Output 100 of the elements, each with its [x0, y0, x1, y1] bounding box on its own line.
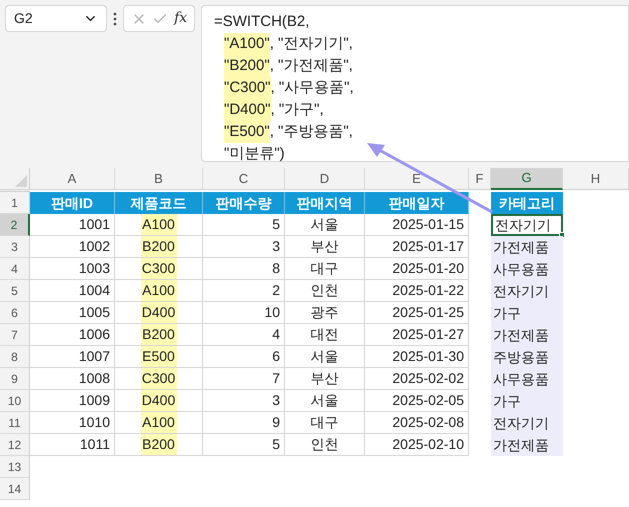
table-cell[interactable]: 가구: [491, 390, 563, 412]
table-cell: 광주: [285, 302, 365, 324]
more-vertical-icon[interactable]: [113, 12, 117, 26]
table-cell: 2025-01-22: [365, 280, 469, 302]
table-cell: 4: [203, 324, 285, 346]
column-header[interactable]: F: [469, 168, 491, 190]
table-cell[interactable]: 전자기기: [491, 214, 563, 236]
table-cell: 6: [203, 346, 285, 368]
highlighted-code: "E500": [224, 121, 270, 143]
table-cell: 2025-02-10: [365, 434, 469, 456]
formula-field[interactable]: =SWITCH(B2, "A100", "전자기기", "B200", "가전제품", "C300", "사무용품", "D400", "가구", "E500", "주방용품", "미분류"): [201, 5, 629, 162]
formula-line: , "가구",: [270, 100, 324, 120]
row-header[interactable]: 3: [0, 236, 30, 258]
table-cell: 5: [203, 434, 285, 456]
table-cell: 1011: [30, 434, 115, 456]
formula-line: , "가전제품",: [270, 56, 353, 76]
table-cell: 2: [203, 280, 285, 302]
table-cell[interactable]: 주방용품: [491, 346, 563, 368]
table-cell[interactable]: 가전제품: [491, 236, 563, 258]
header-cell: 제품코드: [115, 192, 203, 214]
header-cell: 판매지역: [285, 192, 365, 214]
table-cell: 2025-01-25: [365, 302, 469, 324]
table-cell: 1001: [30, 214, 115, 236]
table-cell[interactable]: 가전제품: [491, 324, 563, 346]
table-cell: 8: [203, 258, 285, 280]
table-cell: D400: [140, 390, 176, 411]
row-header[interactable]: 11: [0, 412, 30, 434]
table-cell: 3: [203, 236, 285, 258]
column-header[interactable]: G: [491, 168, 563, 190]
table-cell: 1004: [30, 280, 115, 302]
table-cell: 2025-01-15: [365, 214, 469, 236]
table-cell: 1008: [30, 368, 115, 390]
table-cell: 7: [203, 368, 285, 390]
row-header[interactable]: 14: [0, 478, 30, 500]
table-cell: 서울: [285, 214, 365, 236]
table-cell: 1009: [30, 390, 115, 412]
formula-line: , "전자기기",: [270, 34, 353, 54]
row-header[interactable]: 9: [0, 368, 30, 390]
table-cell: 10: [203, 302, 285, 324]
highlighted-code: "A100": [224, 33, 270, 55]
table-cell: 1006: [30, 324, 115, 346]
select-all-icon[interactable]: [15, 175, 27, 188]
header-cell: 판매일자: [365, 192, 469, 214]
table-cell[interactable]: 가구: [491, 302, 563, 324]
row-header[interactable]: 12: [0, 434, 30, 456]
row-header[interactable]: 7: [0, 324, 30, 346]
header-cell: 판매수량: [203, 192, 285, 214]
table-cell[interactable]: 사무용품: [491, 258, 563, 280]
formula-line: =SWITCH(B2,: [214, 12, 310, 32]
table-cell: 인천: [285, 280, 365, 302]
table-cell: D400: [140, 302, 176, 323]
table-cell: E500: [140, 346, 176, 367]
table-cell[interactable]: 전자기기: [491, 280, 563, 302]
column-header[interactable]: A: [30, 168, 115, 190]
table-cell: 2025-01-20: [365, 258, 469, 280]
highlighted-code: "B200": [224, 55, 270, 77]
highlighted-code: "C300": [224, 77, 271, 99]
row-header[interactable]: 10: [0, 390, 30, 412]
table-cell: 5: [203, 214, 285, 236]
column-header[interactable]: C: [203, 168, 285, 190]
table-cell: 서울: [285, 346, 365, 368]
table-cell: 인천: [285, 434, 365, 456]
table-cell: C300: [140, 368, 176, 389]
table-cell: 대구: [285, 258, 365, 280]
table-cell: 2025-02-05: [365, 390, 469, 412]
table-cell: 대구: [285, 412, 365, 434]
table-cell: 1002: [30, 236, 115, 258]
table-cell: 부산: [285, 368, 365, 390]
table-cell: 1007: [30, 346, 115, 368]
table-cell[interactable]: 가전제품: [491, 434, 563, 456]
table-cell: A100: [140, 412, 176, 433]
highlighted-code: "D400": [224, 99, 271, 121]
insert-function-button[interactable]: fx: [174, 8, 188, 29]
table-cell: 2025-01-30: [365, 346, 469, 368]
table-cell: 2025-02-08: [365, 412, 469, 434]
table-cell[interactable]: 전자기기: [491, 412, 563, 434]
header-cell: 판매ID: [30, 192, 115, 214]
column-header[interactable]: E: [365, 168, 469, 190]
row-header[interactable]: 13: [0, 456, 30, 478]
column-header[interactable]: H: [563, 168, 629, 190]
row-header[interactable]: 8: [0, 346, 30, 368]
column-header[interactable]: B: [115, 168, 203, 190]
row-header[interactable]: 5: [0, 280, 30, 302]
table-cell: B200: [140, 236, 176, 257]
formula-line: , "사무용품",: [270, 78, 354, 98]
table-cell: A100: [140, 280, 176, 301]
row-header[interactable]: 2: [0, 214, 30, 236]
formula-line: , "주방용품",: [270, 122, 353, 142]
column-header[interactable]: D: [285, 168, 365, 190]
formula-line: "미분류"): [224, 144, 285, 164]
table-cell: B200: [140, 324, 176, 345]
table-cell[interactable]: 사무용품: [491, 368, 563, 390]
row-header[interactable]: 1: [0, 192, 30, 214]
name-box[interactable]: G2: [5, 5, 107, 32]
table-cell: 부산: [285, 236, 365, 258]
table-cell: 9: [203, 412, 285, 434]
table-cell: 서울: [285, 390, 365, 412]
row-header[interactable]: 6: [0, 302, 30, 324]
table-cell: 1003: [30, 258, 115, 280]
row-header[interactable]: 4: [0, 258, 30, 280]
